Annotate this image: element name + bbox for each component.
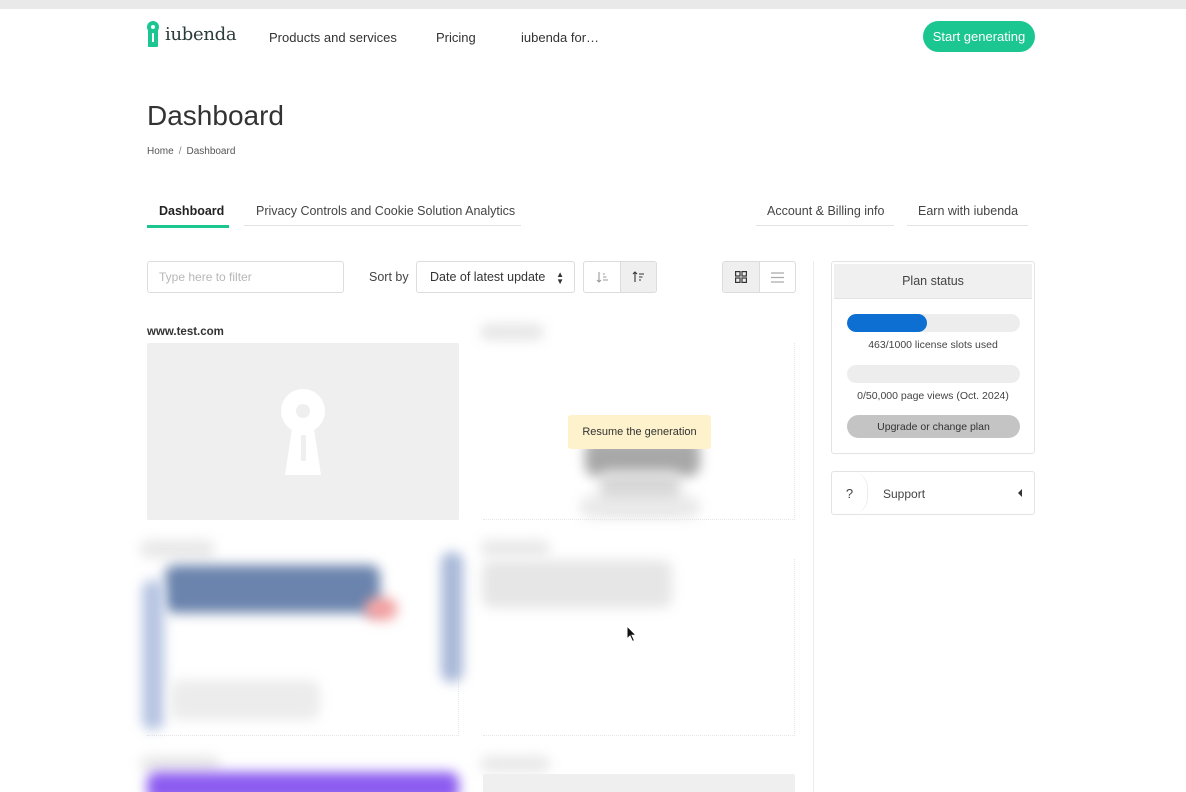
resume-generation-tooltip[interactable]: Resume the generation bbox=[568, 415, 711, 449]
sort-by-label: Sort by bbox=[369, 270, 409, 284]
nav-iubenda-for[interactable]: iubenda for… bbox=[521, 30, 599, 45]
nav-products-and-services[interactable]: Products and services bbox=[269, 30, 397, 45]
browser-top-strip bbox=[0, 0, 1186, 9]
tab-account-billing[interactable]: Account & Billing info bbox=[756, 204, 894, 226]
keyhole-logo-icon bbox=[147, 21, 159, 47]
blurred-site-label bbox=[480, 324, 544, 340]
logo-text: iubenda bbox=[165, 23, 237, 45]
support-label: Support bbox=[883, 487, 926, 501]
breadcrumb: Home / Dashboard bbox=[147, 146, 236, 157]
sort-select-value: Date of latest update bbox=[430, 270, 546, 284]
list-view-icon[interactable] bbox=[759, 262, 795, 292]
help-question-icon: ? bbox=[832, 472, 868, 514]
sort-direction-group bbox=[583, 261, 657, 293]
start-generating-button[interactable]: Start generating bbox=[923, 21, 1035, 52]
page-title: Dashboard bbox=[147, 100, 284, 131]
upgrade-plan-button[interactable]: Upgrade or change plan bbox=[847, 415, 1020, 438]
select-caret-icon: ▲ ▼ bbox=[556, 270, 564, 286]
page-views-text: 0/50,000 page views (Oct. 2024) bbox=[857, 390, 1009, 402]
filter-input[interactable] bbox=[147, 261, 344, 293]
license-slots-fill bbox=[847, 314, 928, 332]
site-name[interactable]: www.test.com bbox=[147, 326, 224, 338]
license-slots-text: 463/1000 license slots used bbox=[868, 339, 998, 351]
tab-dashboard[interactable]: Dashboard bbox=[147, 204, 229, 228]
iubenda-logo[interactable]: iubenda bbox=[147, 21, 237, 47]
license-slots-bar bbox=[847, 314, 1020, 332]
caret-left-icon bbox=[1018, 489, 1022, 497]
sidebar-divider bbox=[813, 261, 814, 792]
breadcrumb-home[interactable]: Home bbox=[147, 146, 174, 157]
blurred-card-frame bbox=[483, 774, 795, 792]
mouse-cursor-icon bbox=[626, 625, 638, 643]
tab-earn-with-iubenda[interactable]: Earn with iubenda bbox=[907, 204, 1028, 226]
tab-privacy-analytics[interactable]: Privacy Controls and Cookie Solution Ana… bbox=[244, 204, 521, 226]
site-card[interactable] bbox=[147, 343, 459, 520]
plan-status-title: Plan status bbox=[834, 264, 1032, 299]
breadcrumb-current: Dashboard bbox=[186, 146, 236, 157]
plan-status-panel: Plan status 463/1000 license slots used … bbox=[831, 261, 1035, 454]
sort-descending-icon[interactable] bbox=[620, 262, 656, 292]
grid-view-icon[interactable] bbox=[723, 262, 759, 292]
nav-pricing[interactable]: Pricing bbox=[436, 30, 476, 45]
sort-ascending-icon[interactable] bbox=[584, 262, 620, 292]
page-views-bar bbox=[847, 365, 1020, 383]
sort-select[interactable]: Date of latest update ▲ ▼ bbox=[416, 261, 575, 293]
support-panel[interactable]: ? Support bbox=[831, 471, 1035, 515]
view-toggle-group bbox=[722, 261, 796, 293]
